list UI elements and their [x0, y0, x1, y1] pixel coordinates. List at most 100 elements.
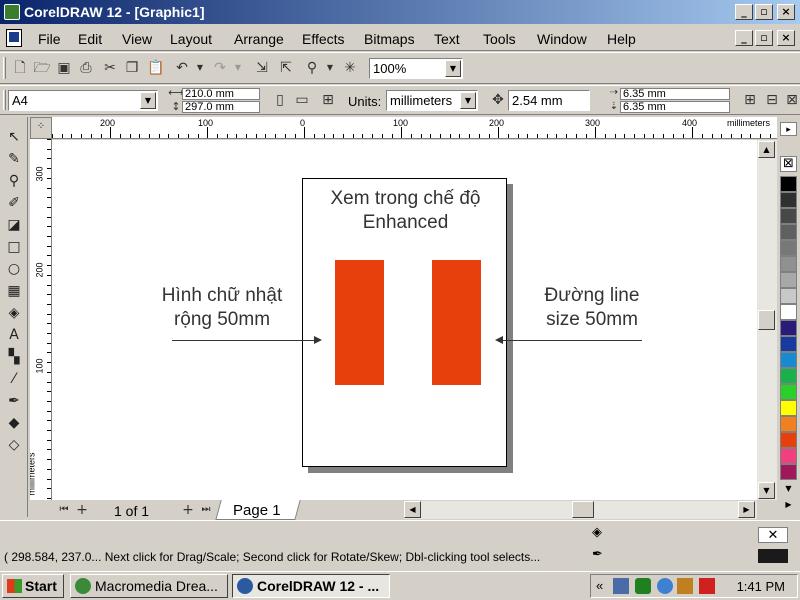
units-combo[interactable]: millimeters ▼ — [386, 90, 478, 111]
zoom-level-combo[interactable]: 100% ▼ — [369, 58, 463, 79]
toolbar-grip[interactable] — [3, 57, 6, 79]
toolbar-grip[interactable] — [3, 90, 6, 110]
menu-window[interactable]: Window — [537, 31, 587, 47]
color-swatch[interactable] — [780, 304, 797, 320]
eyedropper-tool-icon[interactable]: ⁄ — [3, 369, 25, 389]
nudge-distance-field[interactable]: 2.54 mm — [508, 90, 590, 111]
ellipse-tool-icon[interactable]: ○ — [3, 259, 25, 279]
vietkey-icon[interactable] — [677, 578, 693, 594]
launcher-dropdown-icon[interactable]: ▼ — [320, 58, 340, 78]
ati-icon[interactable] — [699, 578, 715, 594]
color-swatch[interactable] — [780, 448, 797, 464]
color-swatch[interactable] — [780, 432, 797, 448]
save-icon[interactable]: ▣ — [54, 58, 74, 78]
snap-guidelines-icon[interactable]: ⊟ — [762, 90, 782, 110]
text-tool-icon[interactable]: A — [3, 325, 25, 345]
color-swatch[interactable] — [780, 256, 797, 272]
outline-tool-icon[interactable]: ✒ — [3, 391, 25, 411]
color-swatch[interactable] — [780, 464, 797, 480]
no-fill-swatch[interactable]: ⊠ — [780, 156, 797, 172]
polygon-tool-icon[interactable]: ▦ — [3, 281, 25, 301]
fill-tool-icon[interactable]: ◆ — [3, 413, 25, 433]
menu-help[interactable]: Help — [607, 31, 636, 47]
color-swatch[interactable] — [780, 288, 797, 304]
menu-file[interactable]: File — [38, 31, 61, 47]
vertical-scroll-thumb[interactable] — [758, 310, 775, 330]
traffic-light-icon[interactable] — [635, 578, 651, 594]
cut-icon[interactable]: ✂ — [100, 58, 120, 78]
pick-tool-icon[interactable]: ↖ — [3, 127, 25, 147]
chevron-down-icon[interactable]: ▼ — [140, 92, 156, 109]
zoom-tool-icon[interactable]: ⚲ — [3, 171, 25, 191]
duplicate-y-field[interactable]: 6.35 mm — [620, 101, 730, 113]
task-coreldraw[interactable]: CorelDRAW 12 - ... — [232, 574, 390, 598]
vertical-ruler[interactable]: 300 200 100 millimeters — [30, 139, 52, 500]
undo-dropdown-icon[interactable]: ▼ — [190, 58, 210, 78]
minimize-button[interactable]: _ — [735, 4, 753, 20]
document-page[interactable]: Xem trong chế độ Enhanced — [302, 178, 507, 467]
chevron-down-icon[interactable]: ▼ — [460, 92, 476, 109]
drawing-canvas[interactable]: Xem trong chế độ Enhanced Hình chữ nhật … — [52, 140, 777, 500]
color-swatch[interactable] — [780, 192, 797, 208]
color-swatch[interactable] — [780, 416, 797, 432]
color-swatch[interactable] — [780, 352, 797, 368]
color-swatch[interactable] — [780, 400, 797, 416]
interactive-fill-tool-icon[interactable]: ◇ — [3, 435, 25, 455]
left-arrow-line[interactable] — [172, 340, 317, 341]
maximize-button[interactable]: ▫ — [755, 4, 773, 20]
scroll-down-icon[interactable]: ▼ — [758, 482, 775, 499]
snap-objects-icon[interactable]: ⊠ — [782, 90, 800, 110]
rectangle-tool-icon[interactable]: □ — [3, 237, 25, 257]
doc-restore-button[interactable]: ▫ — [755, 30, 773, 46]
menu-view[interactable]: View — [122, 31, 152, 47]
interactive-blend-tool-icon[interactable]: ▚ — [3, 347, 25, 367]
basic-shapes-tool-icon[interactable]: ◈ — [3, 303, 25, 323]
redo-dropdown-icon[interactable]: ▼ — [228, 58, 248, 78]
page-height-field[interactable]: 297.0 mm — [182, 101, 260, 113]
horizontal-scrollbar[interactable]: ◀ ▶ — [404, 501, 757, 519]
network-icon[interactable] — [613, 578, 629, 594]
landscape-icon[interactable]: ▭ — [292, 90, 312, 110]
last-page-icon[interactable]: ⏭ — [196, 500, 216, 520]
copy-icon[interactable]: ❐ — [122, 58, 142, 78]
color-swatch[interactable] — [780, 224, 797, 240]
tray-expand-chevron[interactable]: « — [596, 578, 603, 593]
menu-effects[interactable]: Effects — [302, 31, 345, 47]
shape-tool-icon[interactable]: ✎ — [3, 149, 25, 169]
color-swatch[interactable] — [780, 176, 797, 192]
freehand-tool-icon[interactable]: ✐ — [3, 193, 25, 213]
paper-size-combo[interactable]: A4 ▼ — [8, 90, 158, 111]
page-layout-icon[interactable]: ⊞ — [318, 90, 338, 110]
doc-minimize-button[interactable]: _ — [735, 30, 753, 46]
undo-icon[interactable]: ↶ — [172, 58, 192, 78]
document-icon[interactable] — [6, 29, 22, 47]
menu-bitmaps[interactable]: Bitmaps — [364, 31, 415, 47]
paste-icon[interactable]: 📋 — [146, 58, 166, 78]
add-page-before-icon[interactable]: + — [72, 500, 92, 520]
export-icon[interactable]: ⇱ — [276, 58, 296, 78]
color-swatch[interactable] — [780, 368, 797, 384]
import-icon[interactable]: ⇲ — [252, 58, 272, 78]
color-swatch[interactable] — [780, 336, 797, 352]
vertical-scrollbar[interactable]: ▲ ▼ — [757, 140, 777, 500]
menu-text[interactable]: Text — [434, 31, 460, 47]
duplicate-x-field[interactable]: 6.35 mm — [620, 88, 730, 100]
first-page-icon[interactable]: ⏮ — [54, 500, 74, 520]
scroll-right-icon[interactable]: ▶ — [738, 501, 755, 518]
new-document-icon[interactable]: 🗋 — [10, 58, 30, 78]
color-swatch[interactable] — [780, 384, 797, 400]
color-swatch[interactable] — [780, 208, 797, 224]
redo-icon[interactable]: ↷ — [210, 58, 230, 78]
menu-tools[interactable]: Tools — [483, 31, 516, 47]
ruler-origin-corner[interactable]: ⁘ — [30, 117, 52, 139]
portrait-icon[interactable]: ▯ — [270, 90, 290, 110]
menu-arrange[interactable]: Arrange — [234, 31, 284, 47]
color-swatch[interactable] — [780, 320, 797, 336]
menu-edit[interactable]: Edit — [78, 31, 102, 47]
add-page-after-icon[interactable]: + — [178, 500, 198, 520]
corel-online-icon[interactable]: ✳ — [340, 58, 360, 78]
orange-rectangle-left[interactable] — [335, 260, 384, 385]
snap-grid-icon[interactable]: ⊞ — [740, 90, 760, 110]
start-button[interactable]: Start — [2, 574, 64, 598]
application-launcher-icon[interactable]: ⚲ — [302, 58, 322, 78]
